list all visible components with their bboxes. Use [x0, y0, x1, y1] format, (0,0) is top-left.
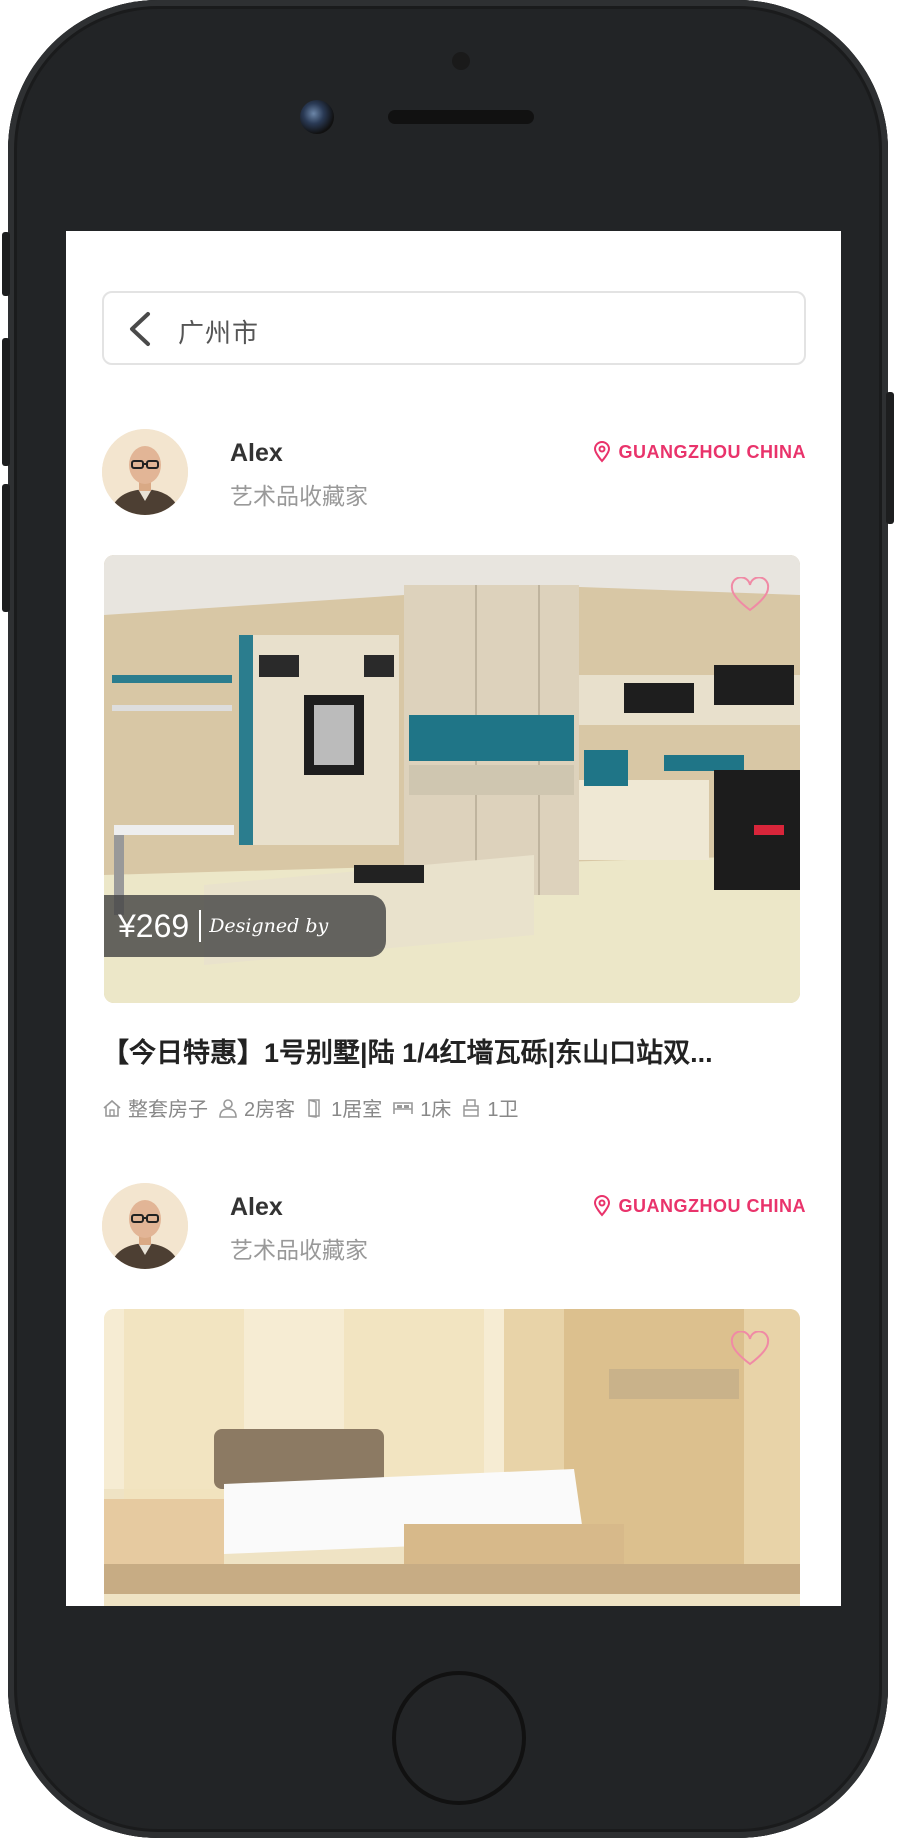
- bedroom-photo-image: [104, 1309, 800, 1606]
- attr-bedrooms: 1居室: [305, 1093, 382, 1122]
- user-name[interactable]: Alex: [230, 439, 283, 468]
- home-button[interactable]: [392, 1671, 526, 1805]
- attr-baths: 1卫: [461, 1093, 519, 1122]
- earpiece-speaker: [388, 110, 534, 124]
- user-portrait-icon: [102, 429, 188, 515]
- price-tag: ¥269 Designed by: [104, 895, 386, 957]
- app-screen: 广州市 Alex 艺术品收藏家 GUANGZHOU CHINA ¥269 Des…: [66, 231, 841, 1606]
- proximity-sensor: [452, 52, 470, 70]
- location-pin-icon: [593, 1195, 610, 1217]
- listing-title[interactable]: 【今日特惠】1号别墅|陆 1/4红墙瓦砾|东山口站双...: [102, 1031, 806, 1070]
- location-text: GUANGZHOU CHINA: [618, 1195, 806, 1216]
- location-text: GUANGZHOU CHINA: [618, 441, 806, 462]
- house-icon: [103, 1099, 121, 1117]
- power-button: [886, 392, 894, 524]
- attr-beds: 1床: [392, 1093, 451, 1122]
- attr-guests: 2房客: [218, 1093, 295, 1122]
- attr-bedrooms-label: 1居室: [331, 1099, 383, 1121]
- favorite-heart-icon[interactable]: [730, 577, 770, 613]
- favorite-heart-icon[interactable]: [730, 1331, 770, 1367]
- location-pin-icon: [593, 441, 610, 463]
- price-separator: [199, 910, 202, 942]
- avatar[interactable]: [102, 1183, 188, 1269]
- volume-up-button: [2, 338, 10, 466]
- door-icon: [308, 1098, 320, 1118]
- user-title: 艺术品收藏家: [230, 1237, 368, 1263]
- attr-beds-label: 1床: [420, 1099, 452, 1121]
- volume-down-button: [2, 484, 10, 612]
- designed-by-label: Designed by: [209, 915, 329, 937]
- avatar[interactable]: [102, 429, 188, 515]
- mute-switch: [2, 232, 10, 296]
- location: GUANGZHOU CHINA: [593, 441, 807, 463]
- listing-attributes: 整套房子 2房客 1居室 1床 1卫: [102, 1093, 529, 1122]
- user-title: 艺术品收藏家: [230, 483, 368, 509]
- attr-guests-label: 2房客: [244, 1099, 296, 1121]
- person-icon: [219, 1098, 237, 1118]
- toilet-icon: [463, 1098, 480, 1117]
- location: GUANGZHOU CHINA: [593, 1195, 807, 1217]
- listing-photo[interactable]: ¥269 Designed by: [104, 555, 800, 1003]
- bed-icon: [393, 1101, 414, 1114]
- search-city[interactable]: 广州市: [178, 313, 259, 350]
- attr-type: 整套房子: [102, 1093, 208, 1122]
- search-bar[interactable]: 广州市: [102, 291, 806, 365]
- attr-type-label: 整套房子: [128, 1099, 208, 1121]
- attr-baths-label: 1卫: [487, 1099, 519, 1121]
- back-arrow-icon[interactable]: [126, 311, 156, 347]
- listing-photo[interactable]: [104, 1309, 800, 1606]
- user-name[interactable]: Alex: [230, 1193, 283, 1222]
- front-camera-icon: [300, 100, 334, 134]
- user-portrait-icon: [102, 1183, 188, 1269]
- price-value: ¥269: [118, 907, 190, 944]
